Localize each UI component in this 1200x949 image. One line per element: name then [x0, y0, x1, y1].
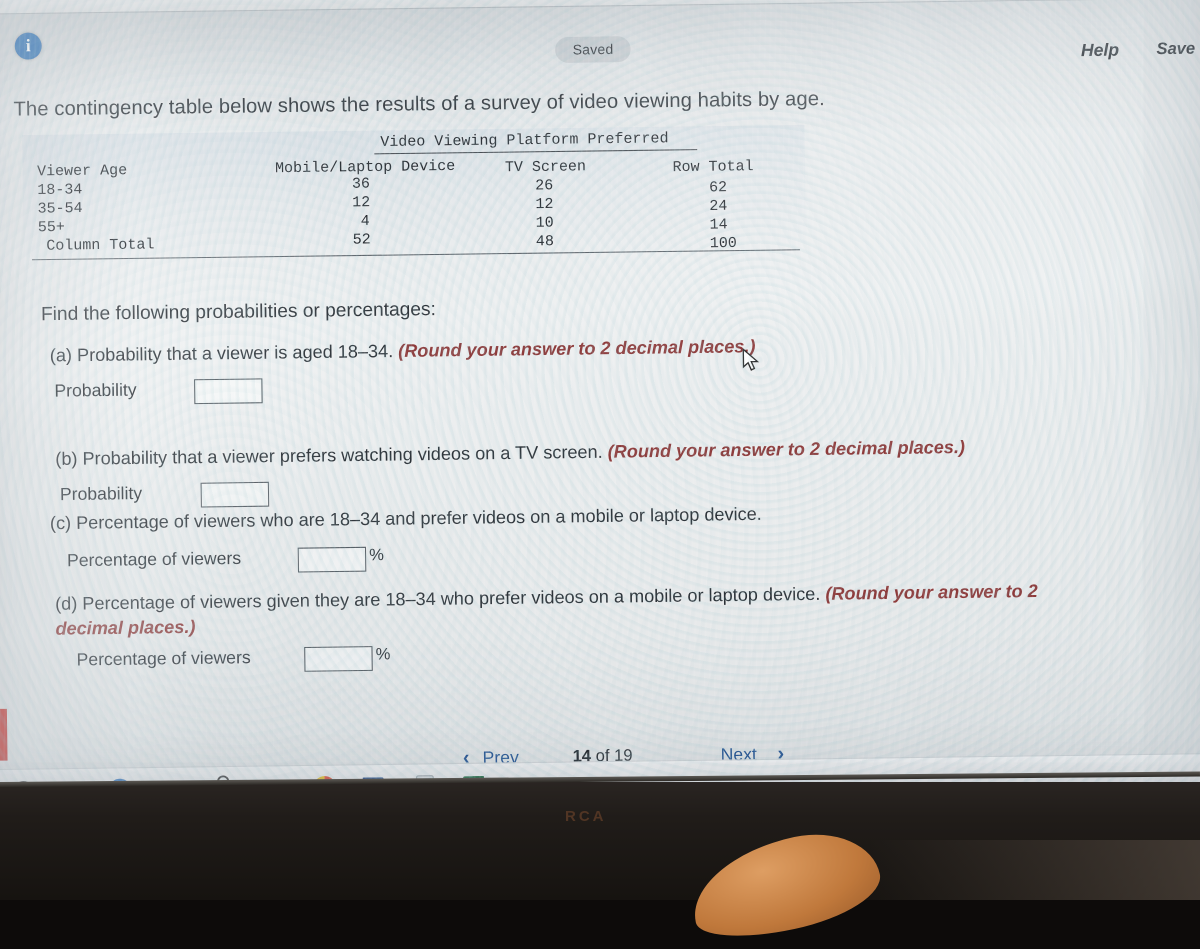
question-a-bold: (Round your answer to 2 decimal places.)	[398, 336, 756, 361]
contingency-table: Video Viewing Platform Preferred Viewer …	[30, 131, 808, 276]
question-b-body: Probability that a viewer prefers watchi…	[82, 441, 602, 469]
app-header: am i Saved Help Save &	[0, 0, 1200, 78]
question-b-answer-label: Probability	[60, 483, 142, 505]
question-c-input[interactable]	[298, 547, 367, 573]
question-a-answer-label: Probability	[54, 380, 136, 402]
table-cell: 52	[353, 232, 371, 249]
desk-background-right	[870, 840, 1200, 900]
question-d-part: (d)	[55, 593, 77, 614]
question-d-input[interactable]	[304, 646, 373, 672]
table-cell: 4	[361, 213, 370, 230]
mcgraw-hill-logo-tab[interactable]: c raw ll	[0, 709, 8, 761]
question-b: (b) Probability that a viewer prefers wa…	[0, 432, 1200, 448]
info-icon[interactable]: i	[15, 32, 42, 59]
question-d-percent-sign: %	[376, 646, 391, 665]
question-c-part: (c)	[50, 512, 71, 533]
question-b-text: (b) Probability that a viewer prefers wa…	[55, 435, 1018, 472]
question-prompt: The contingency table below shows the re…	[13, 87, 872, 122]
question-a-body: Probability that a viewer is aged 18–34.	[77, 340, 393, 365]
table-cell: 62	[709, 180, 727, 197]
table-col-header-mobile: Mobile/Laptop Device	[275, 158, 455, 177]
find-lead-section: Find the following probabilities or perc…	[0, 287, 1200, 303]
table-group-header: Video Viewing Platform Preferred	[380, 131, 668, 151]
table-cell: 36	[352, 176, 370, 193]
table-col-header-age: Viewer Age	[37, 163, 127, 181]
question-d-text: (d) Percentage of viewers given they are…	[55, 579, 1106, 642]
monitor-bezel: RCA	[0, 782, 1200, 900]
find-lead-text: Find the following probabilities or perc…	[41, 297, 436, 325]
mouse-cursor	[742, 348, 761, 373]
table-col-header-total: Row Total	[672, 159, 753, 177]
question-b-part: (b)	[55, 448, 77, 469]
question-a: (a) Probability that a viewer is aged 18…	[0, 329, 1200, 345]
question-a-part: (a)	[50, 345, 72, 366]
question-b-input[interactable]	[201, 482, 270, 508]
table-cell: 12	[352, 195, 370, 212]
table-row-label: Column Total	[46, 237, 154, 255]
mcgraw-tab-line2: raw	[0, 725, 5, 739]
question-c-answer-label: Percentage of viewers	[67, 548, 241, 571]
mcgraw-tab-line3: ll	[0, 739, 5, 753]
mcgraw-tab-line1: c	[0, 712, 5, 726]
monitor-brand-logo: RCA	[565, 808, 607, 825]
question-c-percent-sign: %	[369, 547, 384, 566]
help-button[interactable]: Help	[1081, 40, 1119, 61]
question-a-text: (a) Probability that a viewer is aged 18…	[50, 332, 982, 369]
question-c-text: (c) Percentage of viewers who are 18–34 …	[50, 499, 1033, 536]
question-a-input[interactable]	[194, 378, 263, 404]
table-row-label: 55+	[38, 219, 65, 236]
table-row-label: 18-34	[37, 182, 82, 199]
question-d-answer-label: Percentage of viewers	[76, 648, 250, 671]
hand-in-frame	[683, 821, 888, 949]
table-cell: 10	[536, 215, 554, 232]
table-cell: 24	[709, 198, 727, 215]
status-badge-saved: Saved	[555, 36, 631, 63]
table-col-header-tv: TV Screen	[505, 159, 586, 177]
question-c: (c) Percentage of viewers who are 18–34 …	[0, 496, 1200, 512]
question-b-bold: (Round your answer to 2 decimal places.)	[608, 436, 966, 461]
question-d-body: Percentage of viewers given they are 18–…	[82, 583, 820, 613]
save-and-exit-button[interactable]: Save &	[1156, 40, 1200, 59]
table-row-label: 35-54	[37, 201, 82, 218]
question-d: (d) Percentage of viewers given they are…	[0, 577, 1200, 593]
table-cell: 48	[536, 234, 554, 251]
monitor-screen: aleks.com/alekscgi/x/Isl.exe am i Saved …	[0, 0, 1200, 815]
table-cell: 12	[535, 197, 553, 214]
table-cell: 26	[535, 178, 553, 195]
table-cell: 14	[709, 217, 727, 234]
question-c-body: Percentage of viewers who are 18–34 and …	[76, 503, 762, 533]
